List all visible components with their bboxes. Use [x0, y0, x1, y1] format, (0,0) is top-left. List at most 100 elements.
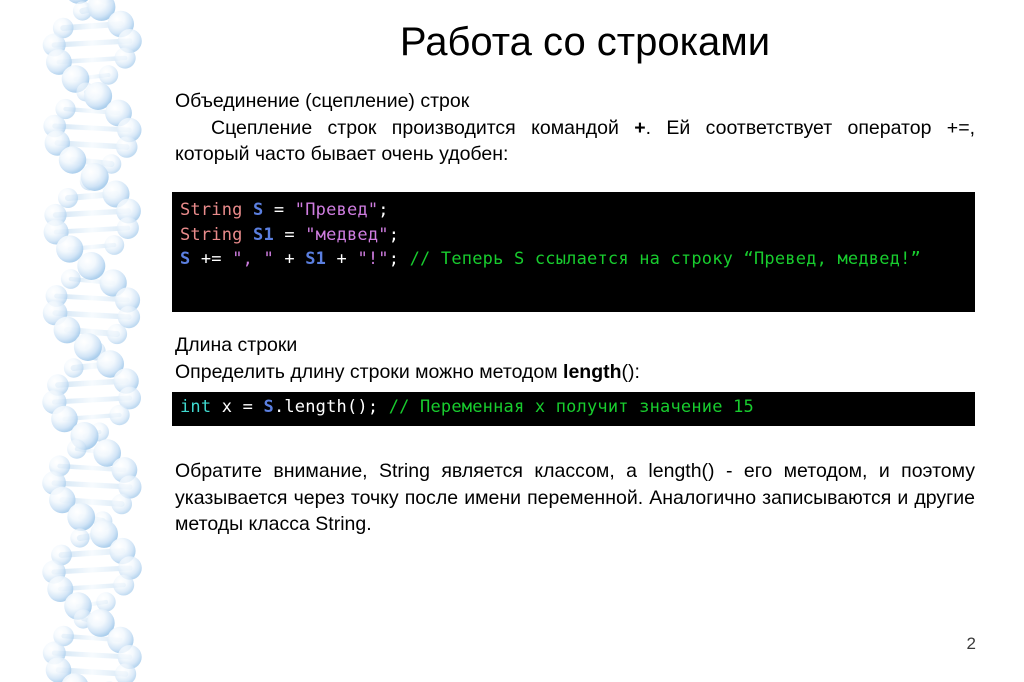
helix-node [117, 305, 141, 329]
helix-node [45, 657, 72, 682]
helix-node [63, 358, 84, 378]
intro-heading: Объединение (сцепление) строк [175, 90, 470, 112]
helix-node [97, 0, 113, 4]
helix-node [58, 146, 87, 174]
code-block-concatenation: String S = "Превед"; String S1 = "медвед… [172, 192, 975, 312]
helix-bond [74, 446, 110, 456]
code-block-length: int x = S.length(); // Переменная x полу… [172, 392, 975, 426]
helix-node [118, 386, 141, 410]
helix-node [56, 235, 84, 263]
helix-bond [89, 260, 95, 268]
code-token: "Превед" [294, 200, 379, 220]
code-token: ", " [232, 249, 274, 269]
helix-bond [55, 378, 129, 388]
helix-node [83, 252, 103, 272]
helix-node [117, 645, 142, 669]
code-token: S [180, 249, 191, 269]
helix-node [53, 316, 81, 344]
helix-node [111, 457, 138, 483]
helix-bond [75, 599, 109, 609]
helix-node [96, 592, 116, 612]
helix-node [113, 368, 139, 394]
helix-bond [69, 157, 115, 167]
helix-node [99, 269, 127, 297]
helix-node [42, 389, 67, 415]
helix-node [98, 65, 119, 85]
note-paragraph: Обратите внимание, String является класс… [175, 460, 975, 535]
helix-bond [54, 140, 130, 150]
length-line-suffix: (): [621, 360, 640, 383]
helix-node [93, 511, 113, 531]
code-token: "!" [357, 249, 389, 269]
helix-node [52, 17, 74, 39]
helix-node [90, 422, 109, 442]
helix-node [79, 171, 99, 191]
page-title: Работа со строками [399, 20, 771, 64]
helix-bond [76, 530, 108, 542]
code-token: ; [388, 224, 400, 245]
helix-bond [56, 55, 128, 65]
helix-node [101, 154, 122, 174]
helix-node [47, 374, 69, 396]
code-token: S [263, 397, 274, 417]
helix-bond [65, 191, 119, 201]
helix-node [70, 422, 99, 450]
helix-node [84, 82, 113, 110]
intro-paragraph: Сцепление строк производится командой +.… [175, 115, 975, 168]
helix-bond [73, 72, 111, 82]
helix-node [64, 592, 92, 620]
helix-bond [68, 276, 116, 286]
helix-node [44, 203, 67, 227]
helix-node [42, 560, 66, 584]
length-line: Определить длину строки можно методом le… [175, 359, 975, 386]
helix-bond [67, 242, 117, 252]
helix-node [51, 544, 72, 566]
helix-node [114, 287, 141, 313]
helix-node [70, 528, 90, 548]
code-line: S += ", " + S1 + "!"; // Теперь S ссылае… [180, 249, 921, 269]
code-token: String [180, 200, 243, 220]
dna-helix-icon [0, 0, 175, 682]
helix-node [42, 471, 66, 495]
helix-bond [64, 327, 120, 337]
code-token: // Переменная x получит значение 15 [388, 397, 754, 417]
helix-node [86, 609, 115, 637]
helix-node [62, 673, 88, 682]
helix-node [61, 65, 90, 93]
intro-paragraph-operator: + [634, 116, 646, 139]
helix-node [117, 117, 142, 143]
helix-node [47, 576, 74, 602]
helix-bond [59, 497, 125, 507]
helix-bond [51, 395, 133, 405]
helix-node [118, 556, 142, 580]
helix-bond [51, 650, 133, 660]
helix-bond [61, 633, 123, 643]
code-line: String S = "Превед"; [180, 200, 389, 220]
page-number: 2 [966, 634, 976, 653]
helix-node [87, 0, 116, 21]
helix-node [107, 10, 134, 38]
helix-bond [86, 173, 98, 185]
code-token: + [273, 249, 306, 269]
helix-node [80, 163, 109, 191]
helix-node [60, 269, 81, 289]
helix-node [44, 130, 70, 156]
helix-node [42, 300, 68, 326]
code-line: int x = S.length(); // Переменная x полу… [180, 397, 754, 417]
helix-node [42, 33, 66, 57]
helix-bond [62, 412, 122, 422]
code-token: // Теперь S ссылается на строку “Превед,… [409, 249, 921, 269]
helix-node [111, 493, 132, 515]
helix-bond [78, 513, 106, 525]
code-token: String [180, 224, 243, 245]
helix-node [49, 455, 71, 477]
helix-bond [84, 343, 100, 355]
helix-node [72, 1, 93, 21]
length-line-prefix: Определить длину строки можно методом [175, 360, 564, 383]
helix-bond [54, 293, 130, 303]
helix-bond [58, 582, 126, 592]
code-token: "медвед" [305, 224, 389, 245]
helix-node [49, 486, 76, 514]
helix-node [93, 439, 121, 467]
helix-node [76, 82, 96, 102]
